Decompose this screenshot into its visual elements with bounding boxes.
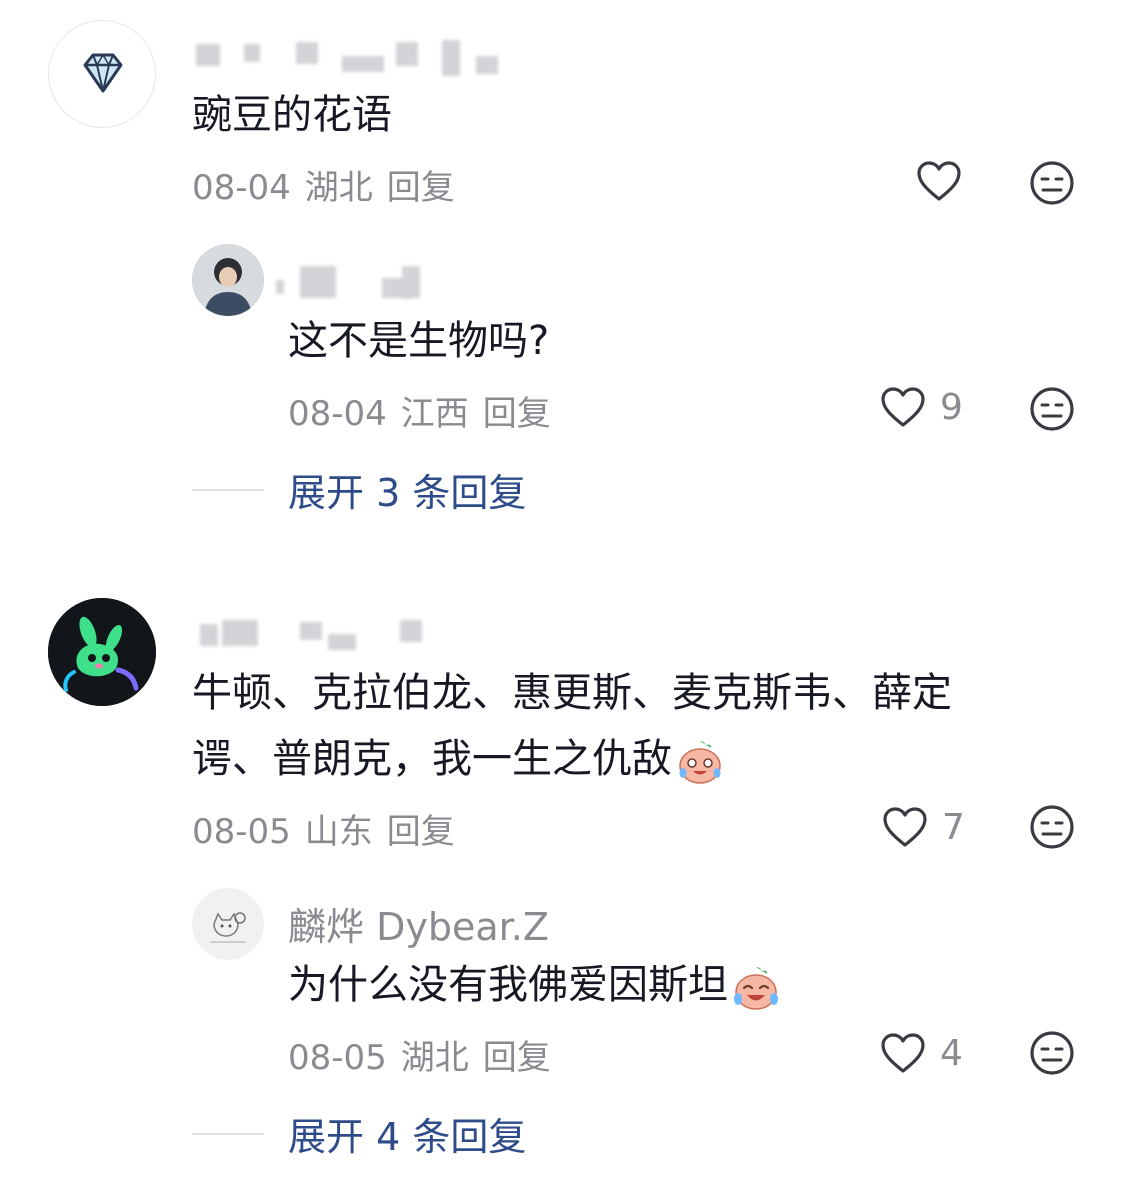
reply-button[interactable]: 回复 [387, 168, 455, 208]
avatar[interactable] [48, 20, 156, 128]
like-count: 4 [940, 1032, 963, 1074]
heart-outline-icon [881, 387, 925, 427]
comment-date: 08-04 [192, 168, 291, 208]
reply-avatar[interactable] [192, 888, 264, 960]
divider [192, 488, 264, 491]
crying-laughing-emoji-icon [734, 967, 778, 1010]
like-button[interactable] [916, 160, 962, 202]
neutral-face-icon [1030, 1031, 1074, 1075]
expand-replies-button[interactable]: 展开 4 条回复 [192, 1106, 526, 1161]
comment-meta: 08-05 山东 回复 [192, 804, 469, 853]
reply-date: 08-04 [288, 394, 387, 434]
reply-button[interactable]: 回复 [387, 812, 455, 852]
divider [192, 1132, 264, 1135]
comment-text-line-2: 谔、普朗克，我一生之仇敌 [192, 726, 726, 792]
green-bunny-icon [48, 598, 156, 706]
expand-replies-label: 展开 3 条回复 [288, 471, 527, 515]
comment-location: 湖北 [304, 168, 373, 208]
reply-button[interactable]: 回复 [483, 394, 551, 434]
dislike-button[interactable] [1029, 160, 1075, 210]
comment-meta: 08-04 湖北 回复 [192, 160, 469, 209]
crying-laughing-emoji-icon [679, 741, 721, 784]
comment-text-line-1: 牛顿、克拉伯龙、惠更斯、麦克斯韦、薛定 [192, 670, 952, 716]
reply-avatar[interactable] [192, 244, 264, 316]
comment-text: 豌豆的花语 [192, 92, 392, 138]
reply-button[interactable]: 回复 [483, 1038, 551, 1078]
reply-username-blurred[interactable] [276, 262, 446, 302]
expand-replies-button[interactable]: 展开 3 条回复 [192, 462, 526, 517]
heart-outline-icon [881, 1033, 925, 1073]
comment-location: 山东 [304, 812, 373, 852]
dislike-button[interactable] [1029, 804, 1075, 854]
avatar[interactable] [48, 598, 156, 706]
reply-meta: 08-04 江西 回复 [288, 386, 565, 435]
reply-text-content: 为什么没有我佛爱因斯坦 [288, 962, 728, 1008]
like-button[interactable]: 4 [880, 1032, 963, 1074]
reply-date: 08-05 [288, 1038, 387, 1078]
reply-location: 湖北 [400, 1038, 469, 1078]
comment-text-line-2-text: 谔、普朗克，我一生之仇敌 [192, 736, 672, 782]
reply-username[interactable]: 麟烨 Dybear.Z [288, 896, 549, 951]
reply-location: 江西 [400, 394, 469, 434]
person-photo-icon [192, 244, 264, 316]
like-count: 9 [940, 386, 963, 428]
cat-sketch-icon [192, 888, 264, 960]
neutral-face-icon [1030, 161, 1074, 205]
heart-outline-icon [883, 807, 927, 847]
neutral-face-icon [1030, 387, 1074, 431]
dislike-button[interactable] [1029, 386, 1075, 436]
dislike-button[interactable] [1029, 1030, 1075, 1080]
diamond-icon [83, 53, 123, 93]
username-blurred[interactable] [200, 614, 450, 654]
heart-outline-icon [917, 161, 961, 201]
reply-text: 这不是生物吗? [288, 318, 550, 364]
username-blurred[interactable] [196, 38, 506, 78]
reply-meta: 08-05 湖北 回复 [288, 1030, 565, 1079]
expand-replies-label: 展开 4 条回复 [288, 1115, 527, 1159]
comment-date: 08-05 [192, 812, 291, 852]
like-button[interactable]: 9 [880, 386, 963, 428]
neutral-face-icon [1030, 805, 1074, 849]
like-button[interactable]: 7 [882, 806, 965, 848]
like-count: 7 [942, 806, 965, 848]
reply-text: 为什么没有我佛爱因斯坦 [288, 952, 782, 1018]
